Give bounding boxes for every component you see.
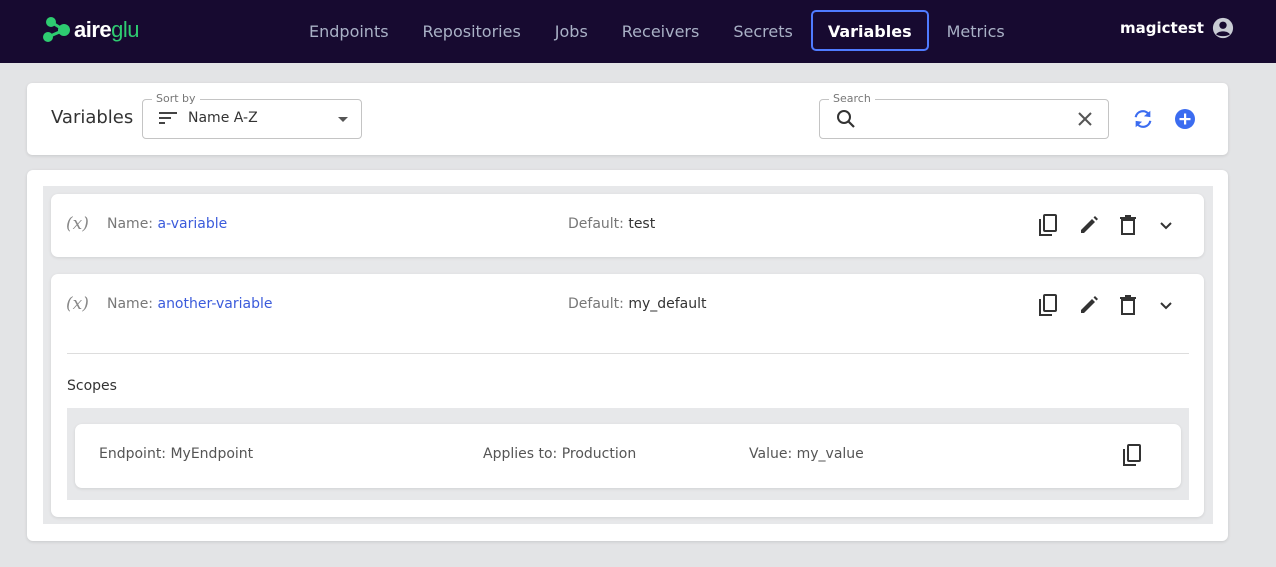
search-input[interactable] — [862, 106, 1052, 132]
nav-variables[interactable]: Variables — [810, 10, 929, 51]
delete-icon[interactable] — [1118, 294, 1138, 316]
nav-metrics[interactable]: Metrics — [931, 10, 1021, 51]
variable-row[interactable]: (𝑥) Name: a-variable Default: test — [51, 194, 1204, 257]
delete-icon[interactable] — [1118, 214, 1138, 236]
user-menu[interactable]: magictest — [1120, 17, 1234, 39]
variable-default: Default: test — [568, 216, 656, 232]
variables-list-card: (𝑥) Name: a-variable Default: test (𝑥) N… — [27, 170, 1228, 541]
top-navbar: aireglu Endpoints Repositories Jobs Rece… — [0, 0, 1276, 63]
variable-icon: (𝑥) — [66, 294, 89, 314]
main-nav: Endpoints Repositories Jobs Receivers Se… — [293, 10, 1023, 51]
variable-name: Name: another-variable — [107, 296, 273, 312]
variable-card: (𝑥) Name: another-variable Default: my_d… — [51, 274, 1204, 517]
nav-secrets[interactable]: Secrets — [717, 10, 808, 51]
nav-endpoints[interactable]: Endpoints — [293, 10, 405, 51]
divider — [67, 353, 1189, 354]
logo-text: aireglu — [74, 17, 140, 42]
variable-default: Default: my_default — [568, 296, 707, 312]
page-title: Variables — [51, 107, 134, 128]
close-icon[interactable] — [1078, 112, 1092, 126]
nav-jobs[interactable]: Jobs — [539, 10, 604, 51]
refresh-icon[interactable] — [1132, 108, 1154, 130]
dropdown-arrow-icon — [338, 117, 348, 122]
copy-icon[interactable] — [1037, 214, 1059, 238]
search-icon — [837, 110, 855, 128]
add-icon[interactable] — [1174, 108, 1196, 130]
scope-applies-to: Applies to: Production — [483, 446, 637, 462]
scope-endpoint: Endpoint: MyEndpoint — [99, 446, 254, 462]
variable-name: Name: a-variable — [107, 216, 228, 232]
nav-repositories[interactable]: Repositories — [407, 10, 537, 51]
scopes-title: Scopes — [67, 378, 117, 394]
sort-icon — [159, 112, 177, 124]
variable-icon: (𝑥) — [66, 214, 89, 234]
variable-card: (𝑥) Name: a-variable Default: test — [51, 194, 1204, 257]
scope-value: Value: my_value — [749, 446, 864, 462]
variables-list: (𝑥) Name: a-variable Default: test (𝑥) N… — [43, 186, 1213, 524]
edit-icon[interactable] — [1078, 294, 1100, 316]
search-legend: Search — [829, 92, 875, 105]
scopes-list: Endpoint: MyEndpoint Applies to: Product… — [67, 408, 1189, 500]
account-circle-icon[interactable] — [1212, 17, 1234, 39]
scope-card: Endpoint: MyEndpoint Applies to: Product… — [75, 424, 1181, 488]
edit-icon[interactable] — [1078, 214, 1100, 236]
copy-icon[interactable] — [1121, 444, 1143, 468]
variable-row[interactable]: (𝑥) Name: another-variable Default: my_d… — [51, 274, 1204, 337]
toolbar-card: Variables Sort by Name A-Z Search — [27, 83, 1228, 155]
chevron-down-icon[interactable] — [1158, 218, 1174, 234]
copy-icon[interactable] — [1037, 294, 1059, 318]
sort-value: Name A-Z — [188, 110, 258, 126]
sort-select[interactable]: Sort by Name A-Z — [142, 92, 362, 139]
chevron-down-icon[interactable] — [1158, 298, 1174, 314]
nav-receivers[interactable]: Receivers — [606, 10, 716, 51]
user-name: magictest — [1120, 19, 1204, 37]
logo[interactable]: aireglu — [42, 15, 140, 45]
search-field[interactable]: Search — [819, 92, 1109, 139]
sort-legend: Sort by — [152, 92, 200, 105]
logo-icon — [43, 17, 70, 42]
